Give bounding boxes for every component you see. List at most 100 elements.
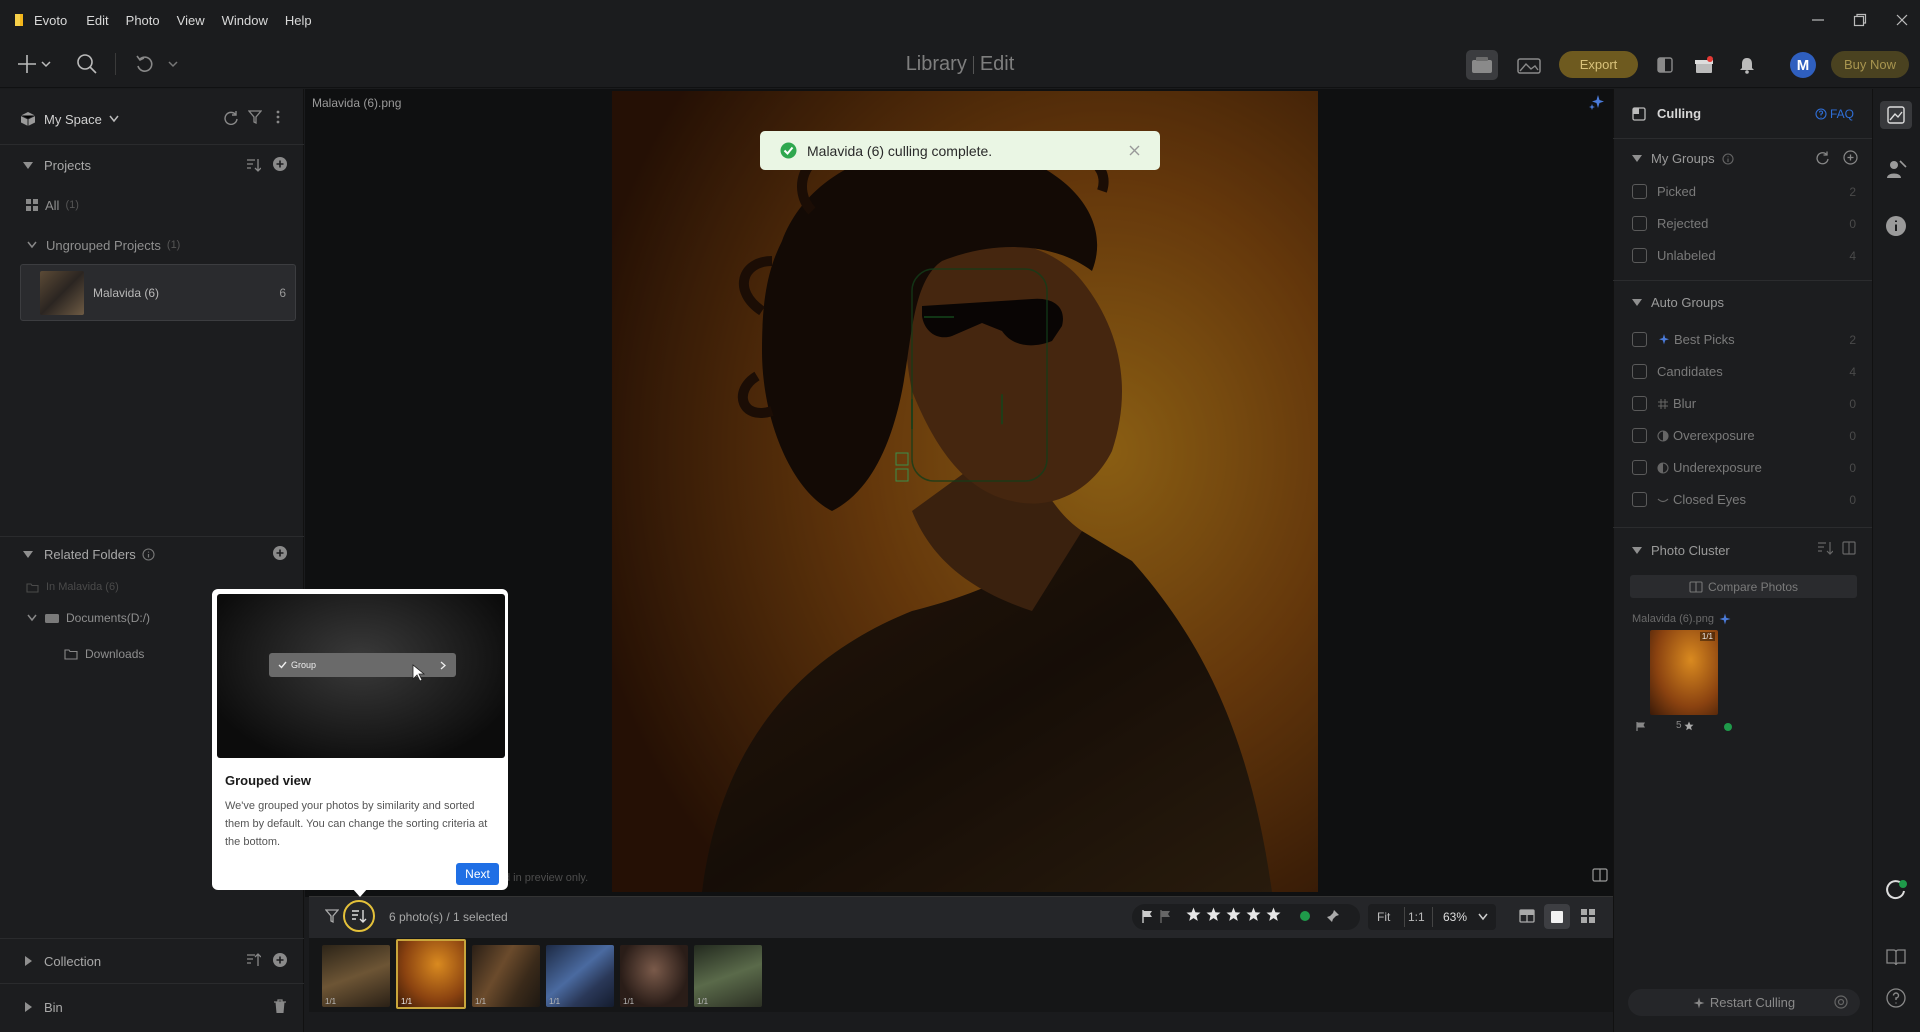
filmstrip-thumbnail-selected[interactable]: 1/1 [396, 939, 466, 1009]
add-group-icon[interactable] [1843, 150, 1858, 165]
menu-photo[interactable]: Photo [126, 13, 160, 28]
star-icon[interactable] [1246, 907, 1261, 922]
minimize-icon[interactable] [1806, 8, 1830, 32]
batch-tool-icon[interactable] [1513, 50, 1545, 80]
group-rejected[interactable]: Rejected 0 [1632, 216, 1856, 231]
related-folders-header[interactable]: Related Folders [0, 545, 304, 563]
checkbox[interactable] [1632, 184, 1647, 199]
menu-app-name[interactable]: Evoto [34, 13, 67, 28]
flag-pick-icon[interactable] [1141, 909, 1154, 924]
ungrouped-projects-header[interactable]: Ungrouped Projects (1) [0, 236, 304, 254]
all-projects-item[interactable]: All (1) [0, 196, 304, 214]
ai-sparkle-icon[interactable] [1589, 94, 1605, 110]
search-icon[interactable] [73, 50, 101, 78]
restart-culling-button[interactable]: Restart Culling [1628, 989, 1860, 1016]
color-label-green-icon[interactable] [1300, 911, 1310, 921]
export-button[interactable]: Export [1559, 51, 1638, 78]
checkbox[interactable] [1632, 248, 1647, 263]
add-project-icon[interactable] [272, 156, 288, 172]
group-unlabeled[interactable]: Unlabeled 4 [1632, 248, 1856, 263]
filmstrip-thumbnail[interactable]: 1/1 [546, 945, 614, 1007]
sort-icon[interactable] [245, 157, 261, 173]
checkbox[interactable] [1632, 396, 1647, 411]
auto-group-candidates[interactable]: Candidates 4 [1632, 364, 1856, 379]
sync-icon[interactable] [223, 109, 239, 125]
filmstrip-thumbnail[interactable]: 1/1 [694, 945, 762, 1007]
filmstrip-thumbnail[interactable]: 1/1 [472, 945, 540, 1007]
refresh-groups-icon[interactable] [1815, 150, 1830, 165]
filmstrip-thumbnail[interactable]: 1/1 [620, 945, 688, 1007]
notification-bell-icon[interactable] [1734, 52, 1760, 78]
filter-photos-icon[interactable] [325, 908, 339, 924]
close-window-icon[interactable] [1890, 8, 1914, 32]
project-item-malavida[interactable]: Malavida (6) 6 [20, 264, 296, 321]
auto-group-overexposure[interactable]: Overexposure 0 [1632, 428, 1856, 443]
cluster-sort-icon[interactable] [1817, 541, 1833, 556]
checkbox[interactable] [1632, 492, 1647, 507]
mode-library-tab[interactable]: Library [906, 53, 967, 76]
refresh-assistant-icon[interactable] [1884, 878, 1908, 902]
trash-icon[interactable] [273, 999, 287, 1014]
photo-cluster-header[interactable]: Photo Cluster [1632, 543, 1730, 558]
filter-icon[interactable] [248, 109, 262, 125]
compare-photos-button[interactable]: Compare Photos [1630, 575, 1857, 598]
compare-layout-icon[interactable] [1519, 908, 1535, 924]
sort-collection-icon[interactable] [245, 952, 261, 968]
bin-header[interactable]: Bin [0, 998, 304, 1016]
flag-reject-icon[interactable] [1159, 909, 1172, 924]
menu-view[interactable]: View [177, 13, 205, 28]
star-icon[interactable] [1186, 907, 1201, 922]
star-icon[interactable] [1206, 907, 1221, 922]
add-icon[interactable] [13, 50, 41, 78]
culling-settings-icon[interactable] [1833, 994, 1849, 1010]
portrait-adjust-icon[interactable] [1885, 158, 1907, 180]
star-icon[interactable] [1226, 907, 1241, 922]
auto-group-blur[interactable]: Blur 0 [1632, 396, 1856, 411]
buy-now-button[interactable]: Buy Now [1831, 51, 1909, 78]
zoom-chevron-down-icon[interactable] [1478, 913, 1488, 921]
checkbox[interactable] [1632, 364, 1647, 379]
help-icon[interactable] [1886, 988, 1906, 1008]
cluster-layout-icon[interactable] [1842, 541, 1856, 555]
culling-tool-icon[interactable] [1466, 50, 1498, 80]
menu-edit[interactable]: Edit [86, 13, 108, 28]
zoom-level-select[interactable]: 63% [1443, 910, 1467, 924]
checkbox[interactable] [1632, 216, 1647, 231]
split-view-icon[interactable] [1592, 868, 1608, 882]
mode-edit-tab[interactable]: Edit [980, 53, 1014, 76]
more-options-icon[interactable] [275, 109, 281, 125]
sort-photos-button[interactable] [343, 900, 375, 932]
grid-view-icon[interactable] [1580, 908, 1596, 924]
user-avatar[interactable]: M [1790, 52, 1816, 78]
chevron-down-icon[interactable] [39, 50, 53, 78]
single-view-icon[interactable] [1544, 904, 1570, 929]
undo-icon[interactable] [131, 50, 159, 78]
fit-zoom-button[interactable]: Fit [1377, 910, 1390, 924]
faq-link[interactable]: FAQ [1815, 107, 1854, 121]
info-panel-icon[interactable] [1885, 215, 1907, 237]
book-icon[interactable] [1886, 948, 1906, 966]
auto-group-closed-eyes[interactable]: Closed Eyes 0 [1632, 492, 1856, 507]
group-picked[interactable]: Picked 2 [1632, 184, 1856, 199]
filmstrip-thumbnail[interactable]: 1/1 [322, 945, 390, 1007]
checkbox[interactable] [1632, 428, 1647, 443]
culling-tab-icon[interactable] [1880, 101, 1912, 129]
undo-history-chevron-icon[interactable] [166, 50, 180, 78]
add-folder-icon[interactable] [272, 545, 288, 561]
next-button[interactable]: Next [456, 863, 499, 885]
checkbox[interactable] [1632, 460, 1647, 475]
cluster-photo-thumbnail[interactable]: 1/1 [1650, 630, 1718, 715]
gift-icon[interactable] [1691, 52, 1717, 78]
auto-group-best-picks[interactable]: Best Picks 2 [1632, 332, 1856, 347]
one-to-one-zoom-button[interactable]: 1:1 [1408, 910, 1425, 924]
add-collection-icon[interactable] [272, 952, 288, 968]
pin-icon[interactable] [1326, 909, 1340, 923]
auto-group-underexposure[interactable]: Underexposure 0 [1632, 460, 1856, 475]
my-groups-header[interactable]: My Groups [1632, 151, 1734, 166]
star-icon[interactable] [1266, 907, 1281, 922]
star-rating[interactable] [1186, 907, 1281, 922]
compare-icon[interactable] [1652, 52, 1678, 78]
checkbox[interactable] [1632, 332, 1647, 347]
auto-groups-header[interactable]: Auto Groups [1632, 295, 1724, 310]
menu-help[interactable]: Help [285, 13, 312, 28]
